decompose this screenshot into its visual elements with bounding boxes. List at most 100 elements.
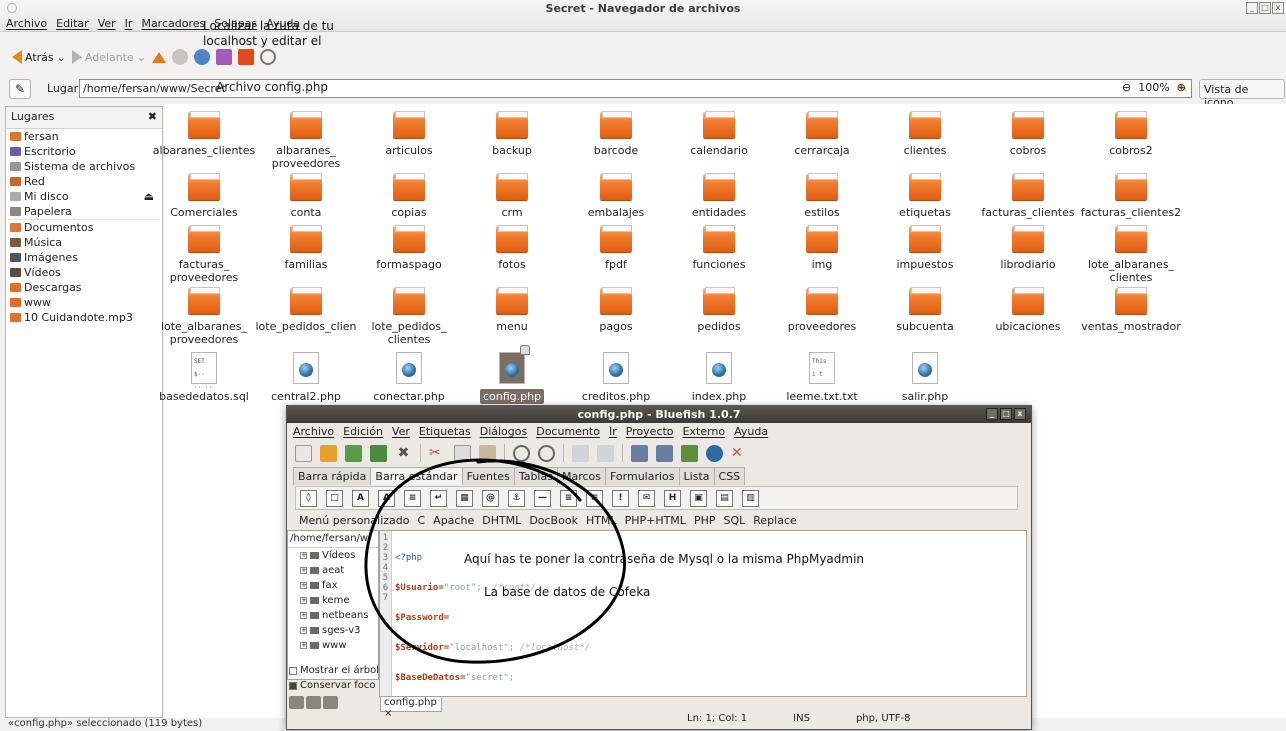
folder-item[interactable]: calendario xyxy=(667,111,771,157)
up-icon[interactable] xyxy=(152,51,167,63)
zoom-out-icon[interactable]: ⊖ xyxy=(1122,81,1131,94)
filebrowser-icon[interactable] xyxy=(289,696,304,709)
browser-preview-icon[interactable] xyxy=(706,444,723,462)
tree-path[interactable]: /home/fersan/w xyxy=(288,531,378,548)
tree-item[interactable]: + aeat xyxy=(288,563,378,578)
custom-menu-item[interactable]: SQL xyxy=(723,514,745,527)
menu-ir[interactable]: Ir xyxy=(125,17,133,31)
maximize-button[interactable]: □ xyxy=(1000,408,1012,420)
new-file-icon[interactable] xyxy=(295,444,312,462)
expand-icon[interactable]: + xyxy=(300,582,307,589)
stop-icon[interactable] xyxy=(172,49,189,65)
custom-menu-item[interactable]: Menú personalizado xyxy=(299,514,409,527)
custom-menu-item[interactable]: DHTML xyxy=(482,514,521,527)
folder-item[interactable]: impuestos xyxy=(873,225,977,271)
expand-icon[interactable]: + xyxy=(300,567,307,574)
folder-item[interactable]: cobros2 xyxy=(1079,111,1183,157)
comment-icon[interactable]: ! xyxy=(612,489,629,507)
sidebar-item[interactable]: Documentos xyxy=(6,220,162,235)
folder-item[interactable]: albaranes_ proveedores xyxy=(254,111,358,170)
email-icon[interactable]: @ xyxy=(482,489,499,507)
folder-item[interactable]: librodiario xyxy=(976,225,1080,271)
expand-icon[interactable]: + xyxy=(300,612,307,619)
bluefish-menu-item[interactable]: Archivo xyxy=(293,425,334,438)
tools-icon[interactable]: ✕ xyxy=(731,445,748,462)
document-tab[interactable]: config.php × xyxy=(380,697,442,719)
sidebar-item[interactable]: Sistema de archivos xyxy=(6,159,162,174)
custom-menu-item[interactable]: PHP+HTML xyxy=(625,514,686,527)
bluefish-menu-item[interactable]: Proyecto xyxy=(626,425,674,438)
sidebar-item[interactable]: Escritorio xyxy=(6,144,162,159)
anchor-icon[interactable]: ⚓ xyxy=(508,489,525,507)
toolbar-tab[interactable]: Barra estándar xyxy=(370,467,463,485)
file-item[interactable]: central2.php xyxy=(254,352,358,403)
edit-location-button[interactable]: ✎ xyxy=(9,79,31,99)
tree-item[interactable]: + netbeans xyxy=(288,608,378,623)
folder-item[interactable]: lote_pedidos_ clientes xyxy=(357,287,461,346)
undo-icon[interactable] xyxy=(572,444,589,462)
reload-icon[interactable] xyxy=(194,49,211,65)
quickstart-icon[interactable]: ◊ xyxy=(300,489,317,507)
multi-thumbnail-icon[interactable]: ▤ xyxy=(716,489,733,507)
folder-item[interactable]: formaspago xyxy=(357,225,461,271)
maximize-button[interactable]: □ xyxy=(1259,2,1271,14)
checkbox[interactable] xyxy=(289,681,297,690)
toolbar-tab[interactable]: Barra rápida xyxy=(293,467,372,485)
image-icon[interactable]: ▦ xyxy=(456,489,473,507)
keep-focus-option[interactable]: Conservar foco xyxy=(289,678,379,693)
tree-item[interactable]: + fax xyxy=(288,578,378,593)
save-icon[interactable] xyxy=(345,444,362,462)
folder-item[interactable]: copias xyxy=(357,173,461,219)
cut-icon[interactable]: ✂ xyxy=(429,445,446,462)
chevron-down-icon[interactable]: ⌄ xyxy=(137,51,146,64)
bold-icon[interactable]: A xyxy=(352,489,369,507)
folder-item[interactable]: img xyxy=(770,225,874,271)
sidebar-item[interactable]: Vídeos xyxy=(6,265,162,280)
sidebar-item[interactable]: Imágenes xyxy=(6,250,162,265)
bookmarks-icon[interactable] xyxy=(323,696,338,709)
minimize-button[interactable]: _ xyxy=(986,408,998,420)
home-icon[interactable] xyxy=(216,49,233,65)
folder-item[interactable]: subcuenta xyxy=(873,287,977,333)
folder-item[interactable]: menu xyxy=(460,287,564,333)
menu-marcadores[interactable]: Marcadores xyxy=(141,17,205,31)
toolbar-tab[interactable]: Formularios xyxy=(605,467,680,485)
file-item[interactable]: conectar.php xyxy=(357,352,461,403)
toolbar-tab[interactable]: Tablas xyxy=(513,467,558,485)
sidebar-item[interactable]: Mi disco ⏏ xyxy=(6,189,162,204)
custom-menu-item[interactable]: Apache xyxy=(433,514,474,527)
menu-archivo[interactable]: Archivo xyxy=(6,17,47,31)
bluefish-menu-item[interactable]: Ir xyxy=(609,425,617,438)
folder-item[interactable]: conta xyxy=(254,173,358,219)
close-tab-icon[interactable]: × xyxy=(384,708,392,719)
functions-icon[interactable] xyxy=(306,696,321,709)
folder-item[interactable]: ventas_mostrador xyxy=(1079,287,1183,333)
custom-menu-item[interactable]: Replace xyxy=(753,514,797,527)
folder-item[interactable]: Comerciales xyxy=(152,173,256,219)
sidebar-header[interactable]: Lugares ✖ xyxy=(6,107,162,129)
bluefish-menu-item[interactable]: Documento xyxy=(536,425,600,438)
folder-item[interactable]: cerrarcaja xyxy=(770,111,874,157)
bluefish-menu-item[interactable]: Externo xyxy=(683,425,726,438)
redo-icon[interactable] xyxy=(597,444,614,462)
file-item[interactable]: salir.php xyxy=(873,352,977,403)
toolbar-tab[interactable]: CSS xyxy=(713,467,746,485)
folder-item[interactable]: lote_pedidos_clien xyxy=(254,287,358,333)
folder-item[interactable]: clientes xyxy=(873,111,977,157)
tree-item[interactable]: + keme xyxy=(288,593,378,608)
rule-icon[interactable]: — xyxy=(534,489,551,507)
center-icon[interactable]: ≡ xyxy=(560,489,577,507)
sidebar-item[interactable]: 10 Cuidandote.mp3 xyxy=(6,310,162,325)
search-icon[interactable] xyxy=(260,49,277,65)
email-link-icon[interactable]: ✉ xyxy=(638,489,655,507)
show-tree-option[interactable]: Mostrar el árbol xyxy=(289,663,379,678)
computer-icon[interactable] xyxy=(238,49,255,65)
menu-ver[interactable]: Ver xyxy=(98,17,116,31)
paste-icon[interactable] xyxy=(479,444,496,462)
zoom-in-icon[interactable]: ⊕ xyxy=(1177,81,1186,94)
folder-item[interactable]: pagos xyxy=(564,287,668,333)
preferences-icon[interactable] xyxy=(681,444,698,462)
file-item[interactable]: This i t leeme.txt.txt xyxy=(770,352,874,403)
folder-item[interactable]: facturas_clientes xyxy=(976,173,1080,219)
gallery-icon[interactable]: ▥ xyxy=(742,489,759,507)
